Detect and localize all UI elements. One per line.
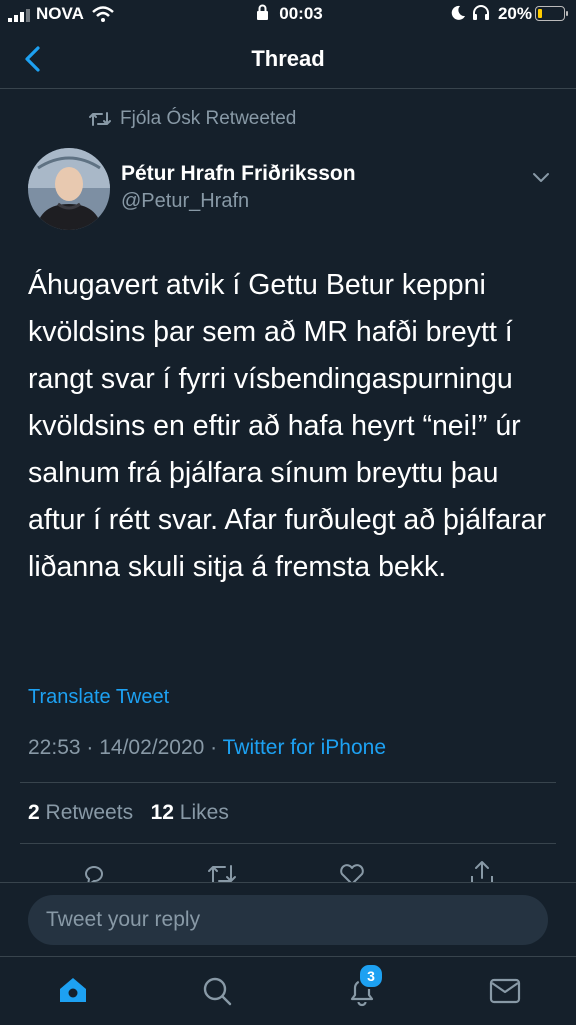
retweets-stat[interactable]: 2 Retweets [28,801,133,824]
avatar-image [28,148,110,230]
author-name[interactable]: Pétur Hrafn Friðriksson [121,162,356,186]
divider [20,843,556,844]
tweet-text: Áhugavert atvik í Gettu Betur keppni kvö… [28,269,547,583]
engagement-counts: 2 Retweets 12 Likes [28,801,229,825]
chevron-down-icon[interactable] [530,166,552,188]
retweeted-by-line[interactable]: Fjóla Ósk Retweeted [88,108,296,130]
retweet-icon [89,112,111,126]
headphones-icon [473,5,489,20]
retweets-label: Retweets [45,801,134,824]
battery-percent: 20% [497,4,532,23]
tab-bar: 3 [0,956,576,1025]
nav-bar: Thread [0,30,576,89]
retweets-count: 2 [28,801,40,824]
notifications-badge: 3 [358,963,384,989]
tweet-timestamp: 22:53 · 14/02/2020 · [28,736,223,759]
reply-bar [0,882,576,957]
retweeted-by-label: Fjóla Ósk Retweeted [120,108,297,129]
home-icon[interactable] [57,975,89,1005]
tweet-source-link[interactable]: Twitter for iPhone [223,736,386,759]
tweet-actions [0,856,576,888]
battery-icon [535,6,565,21]
translate-tweet-link[interactable]: Translate Tweet [28,686,169,709]
author-handle[interactable]: @Petur_Hrafn [121,190,249,213]
divider [20,782,556,783]
tweet-meta: 22:53 · 14/02/2020 · Twitter for iPhone [28,736,386,760]
tab-notifications[interactable]: 3 [346,963,384,1007]
moon-icon [451,5,465,20]
status-bar: NOVA 00:03 20% [0,0,576,30]
reply-input[interactable] [28,895,548,945]
likes-label: Likes [179,801,229,824]
likes-count: 12 [150,801,174,824]
likes-stat[interactable]: 12 Likes [151,801,229,824]
avatar[interactable] [28,148,110,230]
mail-icon[interactable] [489,977,521,1005]
page-title: Thread [251,46,325,71]
search-icon[interactable] [201,975,233,1007]
battery-tip [566,11,568,16]
